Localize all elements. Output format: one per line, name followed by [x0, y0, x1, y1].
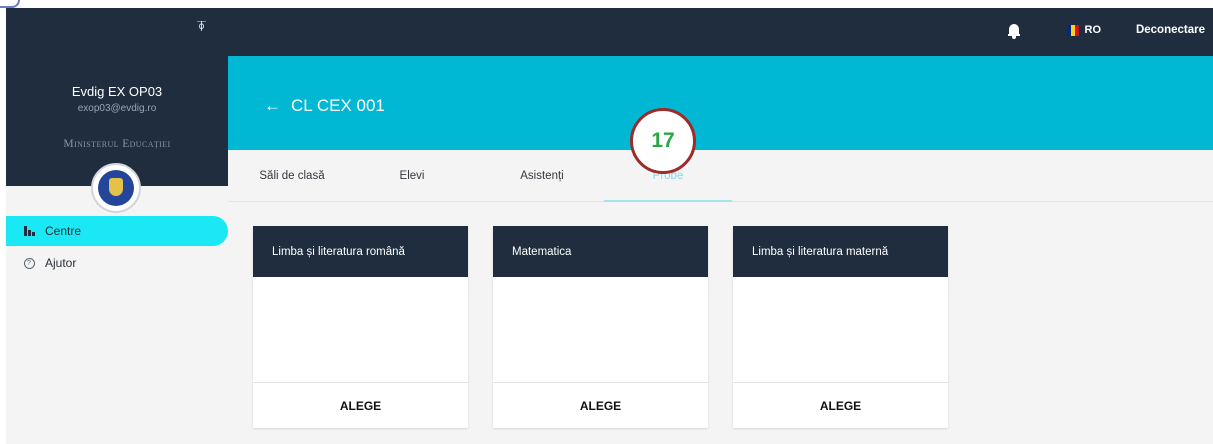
page-title: CL CEX 001	[291, 96, 385, 115]
card-title: Limba și literatura maternă	[733, 226, 948, 277]
exam-card: Matematica ALEGE	[493, 226, 708, 428]
back-arrow-icon[interactable]: ←	[264, 96, 281, 116]
tab-sali-de-clasa[interactable]: Săli de clasă	[228, 150, 356, 201]
card-title: Matematica	[493, 226, 708, 277]
bar-chart-icon	[23, 225, 35, 237]
sidebar-nav: Centre ? Ajutor	[6, 216, 228, 280]
sidebar: ⍕ Evdig EX OP03 exop03@evdig.ro Minister…	[6, 8, 228, 444]
flag-stripe	[1074, 24, 1079, 36]
card-title: Limba și literatura română	[253, 226, 468, 277]
language-label: RO	[1084, 24, 1102, 36]
top-bar: RO Deconectare	[228, 8, 1213, 56]
help-icon: ?	[23, 257, 35, 269]
logout-button[interactable]: Deconectare	[1136, 24, 1205, 36]
page-header: ← CL CEX 001	[264, 96, 385, 116]
app-window: ⍕ Evdig EX OP03 exop03@evdig.ro Minister…	[6, 8, 1213, 444]
sidebar-item-label: Ajutor	[45, 256, 77, 270]
main-content: ← CL CEX 001 Săli de clasă Elevi Asisten…	[228, 56, 1213, 444]
tab-asistenti[interactable]: Asistenți	[478, 150, 606, 201]
sidebar-item-ajutor[interactable]: ? Ajutor	[6, 248, 228, 278]
sidebar-item-centre[interactable]: Centre	[6, 216, 228, 246]
sidebar-profile: ⍕ Evdig EX OP03 exop03@evdig.ro Minister…	[6, 8, 228, 186]
corner-decoration	[0, 0, 30, 8]
tab-elevi[interactable]: Elevi	[348, 150, 476, 201]
language-selector[interactable]: RO	[1066, 24, 1102, 36]
ministry-name: Ministerul Educației	[63, 138, 171, 150]
sidebar-item-label: Centre	[45, 224, 82, 238]
exam-card: Limba și literatura română ALEGE	[253, 226, 468, 428]
government-crest-logo	[91, 163, 141, 213]
choose-button[interactable]: ALEGE	[253, 383, 468, 428]
user-name: Evdig EX OP03	[71, 84, 163, 99]
user-email: exop03@evdig.ro	[77, 103, 157, 114]
tabs-bar: Săli de clasă Elevi Asistenți Probe	[228, 150, 1213, 202]
card-body	[253, 277, 468, 383]
choose-button[interactable]: ALEGE	[733, 383, 948, 428]
bell-icon[interactable]	[1008, 23, 1020, 39]
choose-button[interactable]: ALEGE	[493, 383, 708, 428]
romania-flag-icon	[1066, 24, 1079, 36]
pin-icon[interactable]: ⍕	[197, 18, 206, 35]
card-body	[733, 277, 948, 383]
card-body	[493, 277, 708, 383]
exam-card: Limba și literatura maternă ALEGE	[733, 226, 948, 428]
step-number-annotation: 17	[630, 108, 696, 174]
page-banner: ← CL CEX 001	[228, 56, 1213, 150]
